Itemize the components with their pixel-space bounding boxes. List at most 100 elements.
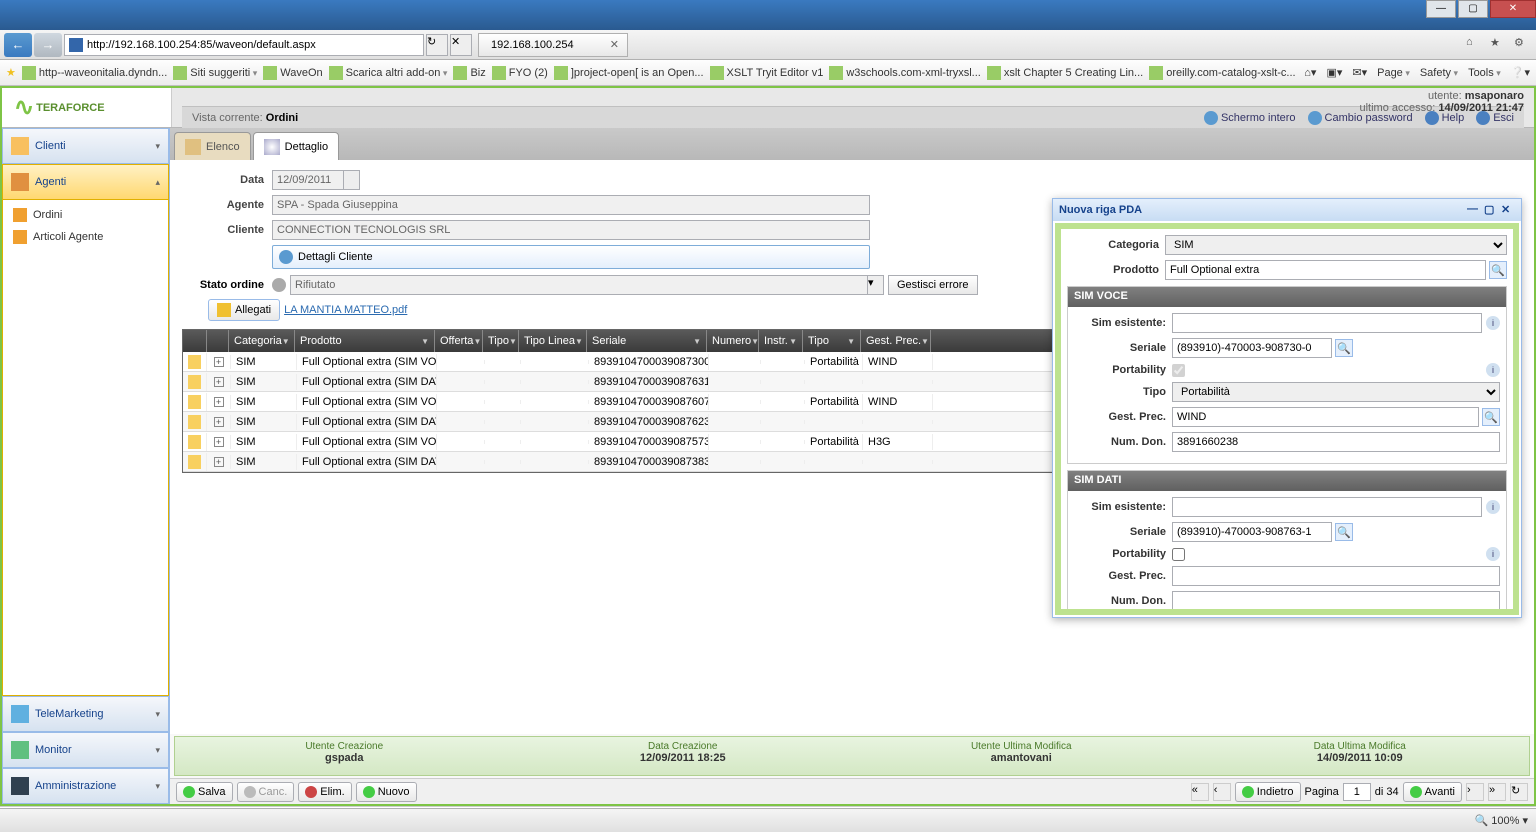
indietro-button[interactable]: Indietro <box>1235 782 1301 802</box>
fav-link[interactable]: Biz <box>453 66 485 80</box>
zoom-control[interactable]: 🔍 100% ▾ <box>1475 814 1528 827</box>
dettagli-cliente-button[interactable]: Dettagli Cliente <box>272 245 870 269</box>
categoria-select[interactable]: SIM <box>1165 235 1507 255</box>
window-close[interactable]: ✕ <box>1490 0 1536 18</box>
expand-icon[interactable]: + <box>214 377 224 387</box>
window-minimize[interactable]: — <box>1426 0 1456 18</box>
ie-tools-menu[interactable]: Tools <box>1468 67 1501 79</box>
dati-seriale-input[interactable] <box>1172 522 1332 542</box>
ie-help-icon[interactable]: ❔▾ <box>1511 66 1530 79</box>
allegati-button[interactable]: Allegati <box>208 299 280 321</box>
fav-link[interactable]: xslt Chapter 5 Creating Lin... <box>987 66 1143 80</box>
dialog-close-icon[interactable]: ✕ <box>1501 203 1515 217</box>
edit-icon[interactable] <box>188 375 201 389</box>
info-icon[interactable]: i <box>1486 363 1500 377</box>
dropdown-icon[interactable]: ▾ <box>868 275 884 295</box>
prodotto-input[interactable] <box>1165 260 1486 280</box>
fav-star-icon[interactable]: ★ <box>6 66 16 79</box>
sidebar-item-telemarketing[interactable]: TeleMarketing▾ <box>2 696 169 732</box>
url-input[interactable] <box>87 39 419 51</box>
voce-tipo-select[interactable]: Portabilità <box>1172 382 1500 402</box>
expand-icon[interactable]: + <box>214 457 224 467</box>
sidebar-item-clienti[interactable]: Clienti▾ <box>2 128 169 164</box>
info-icon[interactable]: i <box>1486 547 1500 561</box>
fav-link[interactable]: http--waveonitalia.dyndn... <box>22 66 167 80</box>
lookup-icon[interactable]: 🔍 <box>1489 261 1507 279</box>
voce-numdon-input[interactable] <box>1172 432 1500 452</box>
ie-home-icon[interactable]: ⌂▾ <box>1304 66 1316 79</box>
edit-icon[interactable] <box>188 415 201 429</box>
fullscreen-button[interactable]: Schermo intero <box>1204 111 1296 125</box>
expand-icon[interactable]: + <box>214 357 224 367</box>
page-first[interactable]: « <box>1191 783 1209 801</box>
info-icon[interactable]: i <box>1486 316 1500 330</box>
home-icon[interactable]: ⌂ <box>1466 36 1484 54</box>
refresh-button[interactable]: ↻ <box>426 34 448 56</box>
fav-link[interactable]: FYO (2) <box>492 66 548 80</box>
data-input[interactable] <box>272 170 344 190</box>
edit-icon[interactable] <box>188 455 201 469</box>
tab-close-icon[interactable]: ✕ <box>610 38 619 51</box>
elim-button[interactable]: Elim. <box>298 782 351 802</box>
lookup-icon[interactable]: 🔍 <box>1482 408 1500 426</box>
browser-tab[interactable]: 192.168.100.254 ✕ <box>478 33 628 57</box>
fav-link[interactable]: Siti suggeriti <box>173 66 257 80</box>
gestisci-errore-button[interactable]: Gestisci errore <box>888 275 978 295</box>
dialog-titlebar[interactable]: Nuova riga PDA — ▢ ✕ <box>1053 199 1521 221</box>
fav-link[interactable]: XSLT Tryit Editor v1 <box>710 66 824 80</box>
fav-link[interactable]: WaveOn <box>263 66 322 80</box>
dati-portability-checkbox[interactable] <box>1172 548 1185 561</box>
voce-seriale-input[interactable] <box>1172 338 1332 358</box>
nav-articoli-agente[interactable]: Articoli Agente <box>7 226 164 248</box>
tab-dettaglio[interactable]: Dettaglio <box>253 132 339 160</box>
edit-icon[interactable] <box>188 395 201 409</box>
dati-sim-esistente-input[interactable] <box>1172 497 1482 517</box>
dialog-minimize-icon[interactable]: — <box>1467 203 1481 217</box>
salva-button[interactable]: Salva <box>176 782 233 802</box>
dati-numdon-input[interactable] <box>1172 591 1500 611</box>
page-prev[interactable]: ‹ <box>1213 783 1231 801</box>
sidebar-item-monitor[interactable]: Monitor▾ <box>2 732 169 768</box>
expand-icon[interactable]: + <box>214 397 224 407</box>
canc-button[interactable]: Canc. <box>237 782 295 802</box>
url-field[interactable] <box>64 34 424 56</box>
stop-button[interactable]: ✕ <box>450 34 472 56</box>
edit-icon[interactable] <box>188 355 201 369</box>
expand-icon[interactable]: + <box>214 437 224 447</box>
voce-sim-esistente-input[interactable] <box>1172 313 1482 333</box>
expand-icon[interactable]: + <box>214 417 224 427</box>
agente-input[interactable] <box>272 195 870 215</box>
page-last[interactable]: » <box>1488 783 1506 801</box>
fav-link[interactable]: w3schools.com-xml-tryxsl... <box>829 66 980 80</box>
pdf-link[interactable]: LA MANTIA MATTEO.pdf <box>284 304 407 316</box>
voce-gest-input[interactable] <box>1172 407 1479 427</box>
fav-link[interactable]: oreilly.com-catalog-xslt-c... <box>1149 66 1295 80</box>
sidebar-item-amministrazione[interactable]: Amministrazione▾ <box>2 768 169 804</box>
nuovo-button[interactable]: Nuovo <box>356 782 417 802</box>
page-input[interactable] <box>1343 783 1371 801</box>
calendar-icon[interactable] <box>344 170 360 190</box>
info-icon[interactable]: i <box>1486 500 1500 514</box>
dialog-maximize-icon[interactable]: ▢ <box>1484 203 1498 217</box>
edit-icon[interactable] <box>188 435 201 449</box>
lookup-icon[interactable]: 🔍 <box>1335 339 1353 357</box>
cliente-input[interactable] <box>272 220 870 240</box>
tab-elenco[interactable]: Elenco <box>174 132 251 160</box>
sidebar-item-agenti[interactable]: Agenti▴ <box>2 164 169 200</box>
nav-forward[interactable]: → <box>34 33 62 57</box>
ie-page-menu[interactable]: Page <box>1377 67 1410 79</box>
dati-gest-input[interactable] <box>1172 566 1500 586</box>
tools-icon[interactable]: ⚙ <box>1514 36 1532 54</box>
page-refresh[interactable]: ↻ <box>1510 783 1528 801</box>
nav-back[interactable]: ← <box>4 33 32 57</box>
nav-ordini[interactable]: Ordini <box>7 204 164 226</box>
fav-link[interactable]: Scarica altri add-on <box>329 66 448 80</box>
ie-safety-menu[interactable]: Safety <box>1420 67 1458 79</box>
fav-link[interactable]: ]project-open[ is an Open... <box>554 66 704 80</box>
ie-mail-icon[interactable]: ✉▾ <box>1352 66 1367 79</box>
lookup-icon[interactable]: 🔍 <box>1335 523 1353 541</box>
window-maximize[interactable]: ▢ <box>1458 0 1488 18</box>
avanti-button[interactable]: Avanti <box>1403 782 1462 802</box>
voce-portability-checkbox[interactable] <box>1172 364 1185 377</box>
favorites-icon[interactable]: ★ <box>1490 36 1508 54</box>
